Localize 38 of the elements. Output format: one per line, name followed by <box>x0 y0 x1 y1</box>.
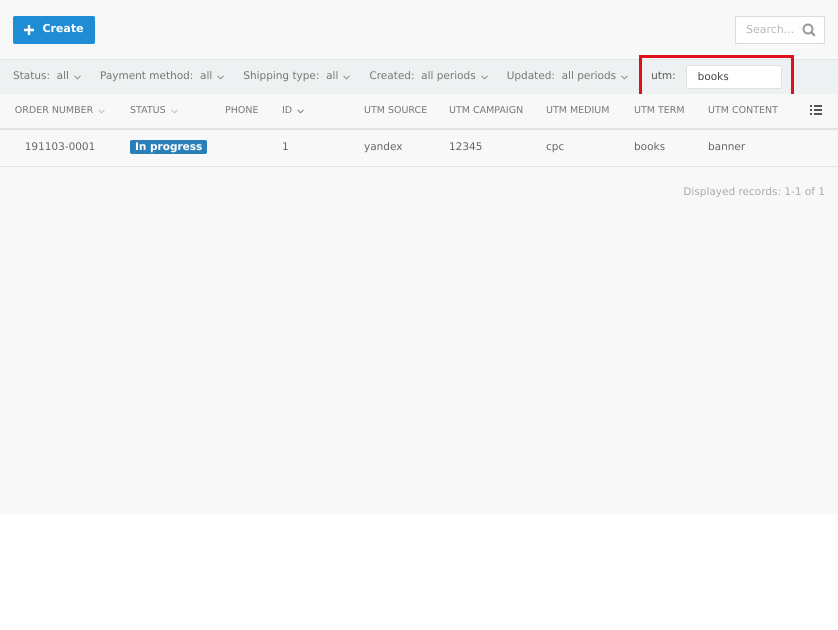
caret-icon <box>217 74 224 80</box>
filter-label: utm: <box>651 69 676 84</box>
table-cell: books <box>634 140 666 153</box>
filter-dropdown[interactable]: Payment method: all <box>100 69 224 85</box>
search-field[interactable]: Search... <box>735 16 825 44</box>
filter-dropdown[interactable]: Created: all periods <box>369 69 488 85</box>
filter-dropdown[interactable]: Shipping type: all <box>243 69 350 85</box>
caret-icon <box>170 108 178 114</box>
records-count: Displayed records: 1-1 of 1 <box>683 184 825 200</box>
column-settings-icon[interactable] <box>810 105 822 116</box>
column-header[interactable]: ID <box>282 104 304 118</box>
column-header[interactable]: ORDER NUMBER <box>14 104 106 118</box>
caret-icon <box>480 74 488 80</box>
table-cell: 12345 <box>449 140 482 153</box>
column-header[interactable]: UTM SOURCE <box>364 104 428 118</box>
status-badge: In progress <box>130 140 208 154</box>
table-cell: yandex <box>364 140 402 153</box>
plus-icon <box>24 24 34 34</box>
column-header[interactable]: UTM MEDIUM <box>546 104 610 118</box>
caret-icon <box>343 74 350 80</box>
column-header[interactable]: UTM TERM <box>634 104 685 118</box>
create-button[interactable]: Create <box>13 16 95 44</box>
utm-field[interactable]: books <box>686 65 782 89</box>
column-header[interactable]: STATUS <box>130 104 178 118</box>
caret-icon <box>74 74 81 80</box>
caret-icon <box>98 108 106 114</box>
filter-dropdown[interactable]: Status: all <box>13 69 81 85</box>
filter-dropdown[interactable]: Updated: all periods <box>506 69 628 85</box>
table-cell: banner <box>708 140 746 153</box>
column-header[interactable]: UTM CONTENT <box>708 104 778 118</box>
caret-icon <box>621 74 628 80</box>
table-cell: cpc <box>546 140 564 153</box>
search-icon <box>802 22 816 36</box>
caret-icon <box>297 108 304 114</box>
table-cell: 1 <box>282 140 289 153</box>
column-header[interactable]: UTM CAMPAIGN <box>449 104 524 118</box>
column-header[interactable]: PHONE <box>225 104 258 118</box>
table-cell: 191103-0001 <box>24 140 96 153</box>
